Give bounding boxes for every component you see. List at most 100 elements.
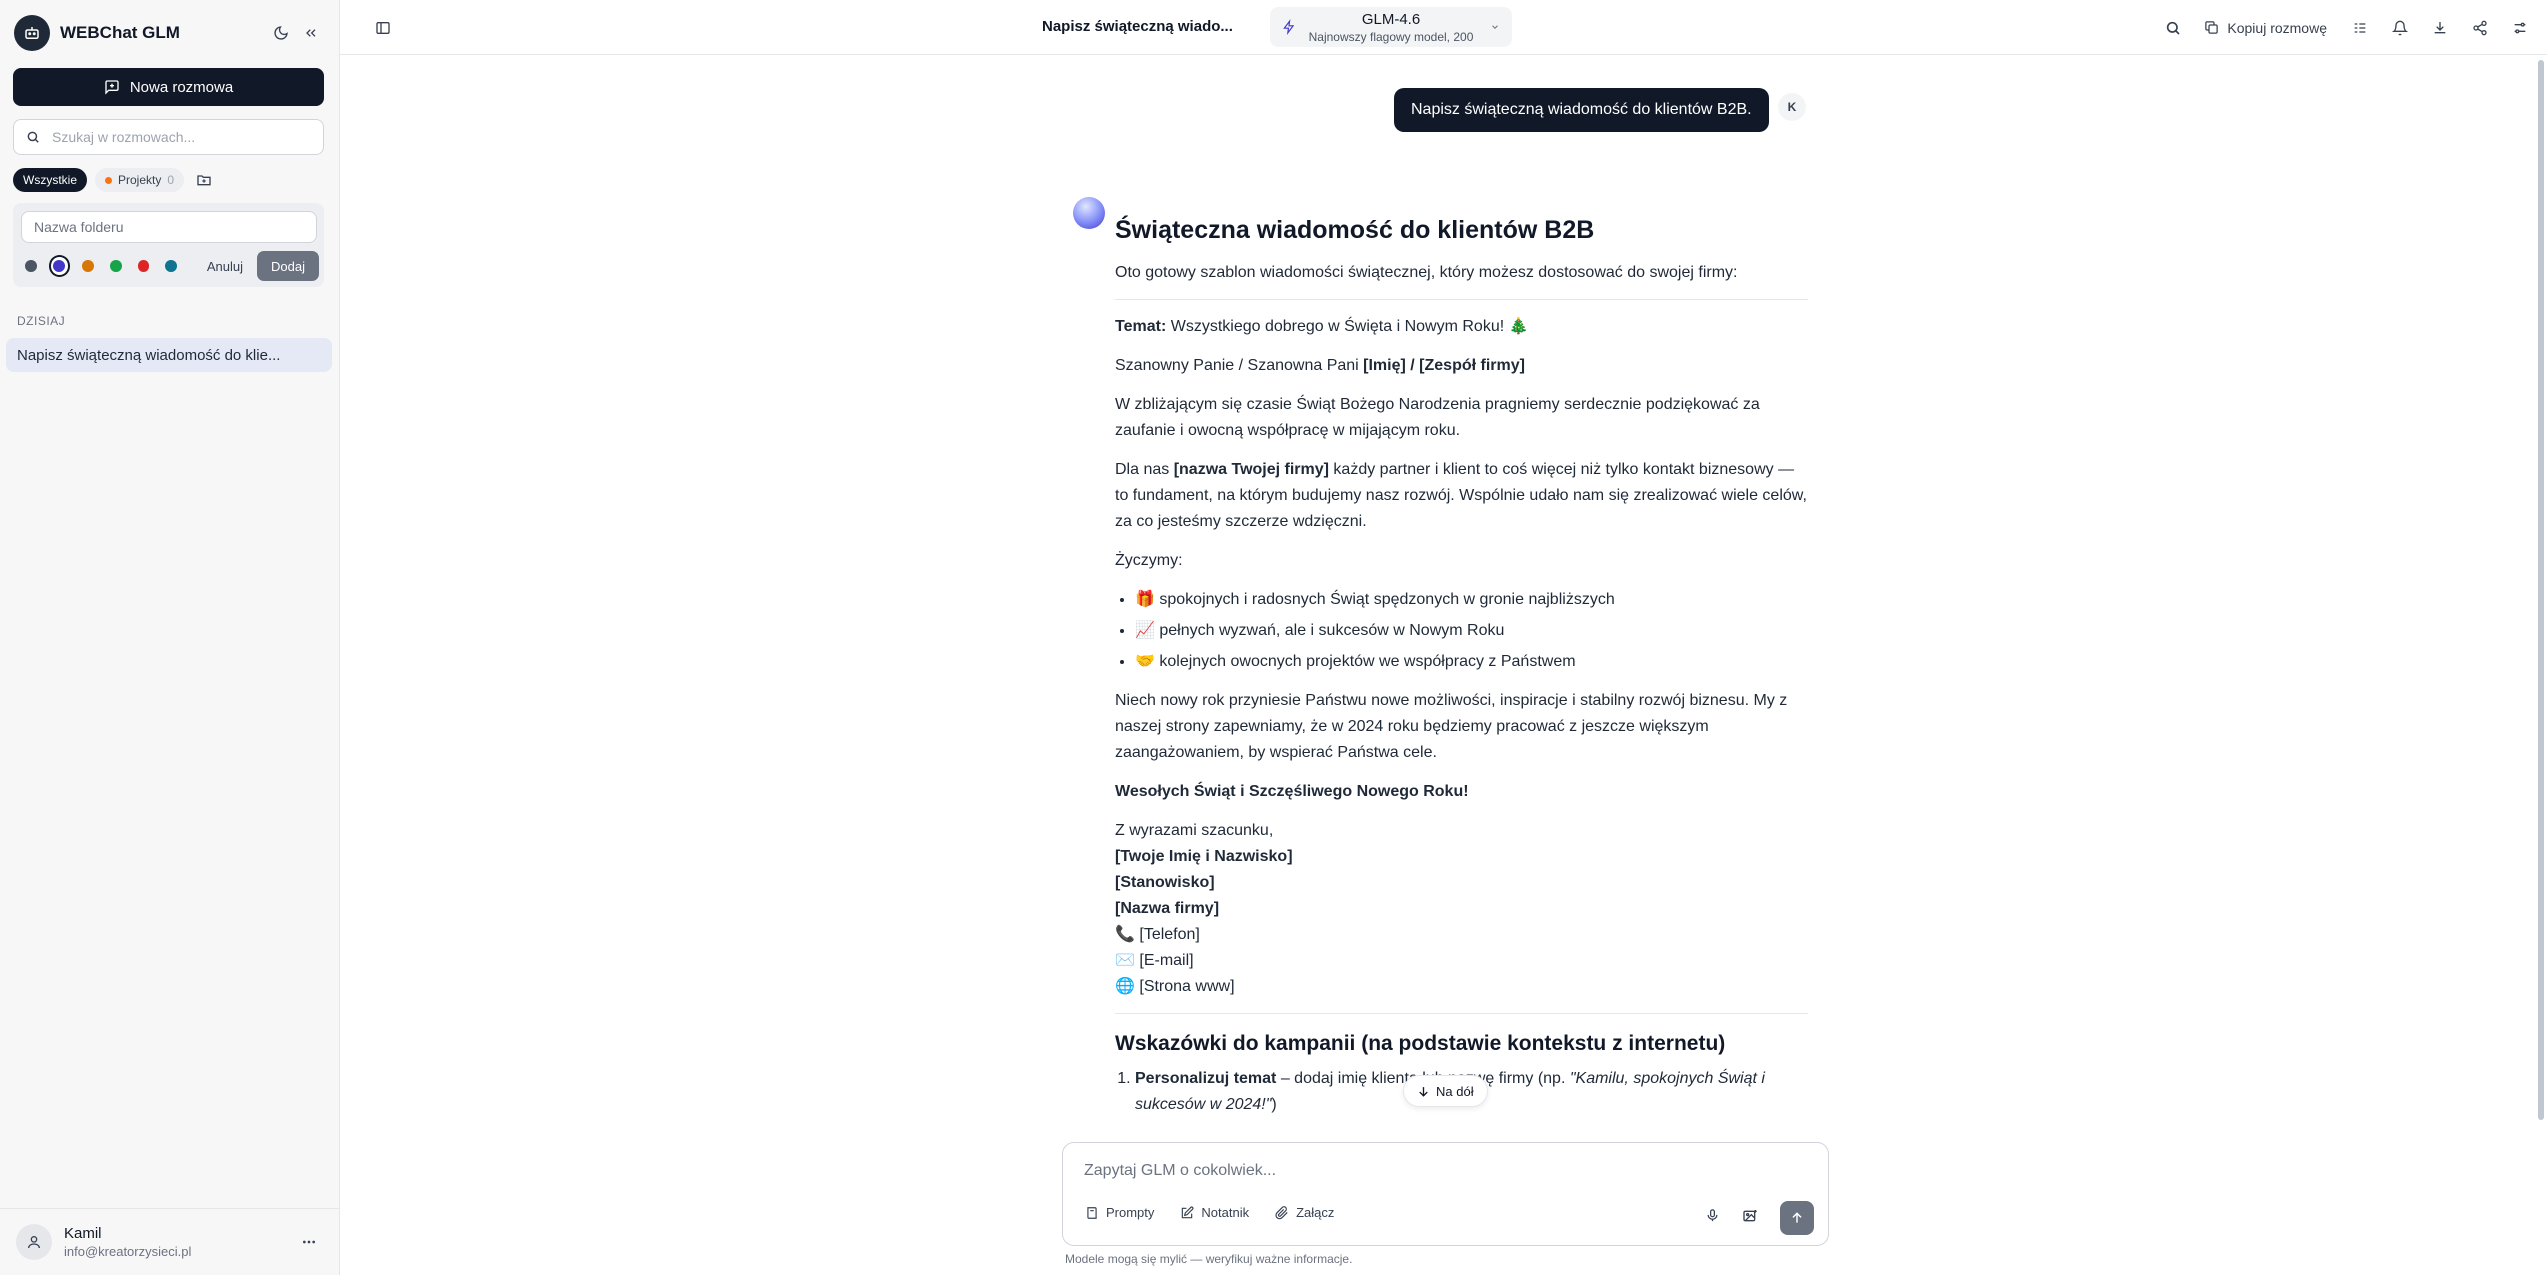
user-avatar-icon[interactable]	[16, 1224, 52, 1260]
color-swatch-red[interactable]	[137, 260, 150, 272]
new-chat-label: Nowa rozmowa	[129, 78, 234, 96]
wish-item: 📈 pełnych wyzwań, ale i sukcesów w Nowym…	[1135, 618, 1808, 644]
app-name: WEBChat GLM	[60, 23, 180, 42]
microphone-icon[interactable]	[1705, 1208, 1720, 1228]
composer-actions	[1705, 1201, 1814, 1235]
user-message-avatar: K	[1778, 93, 1806, 121]
color-swatch-green[interactable]	[109, 260, 122, 272]
wish-item: 🎁 spokojnych i radosnych Świąt spędzonyc…	[1135, 587, 1808, 613]
cancel-folder-button[interactable]: Anuluj	[207, 259, 243, 274]
greeting-text: Szanowny Panie / Szanowna Pani	[1115, 357, 1364, 374]
notebook-button[interactable]: Notatnik	[1180, 1205, 1249, 1220]
model-description: Najnowszy flagowy model, 200	[1308, 30, 1474, 44]
sidebar: WEBChat GLM Nowa rozmowa Wszystkie Proje…	[0, 0, 340, 1275]
section-today-label: DZISIAJ	[17, 314, 66, 328]
answer-title: Świąteczna wiadomość do klientów B2B	[1115, 216, 1595, 244]
message-input[interactable]	[1082, 1160, 1782, 1186]
copy-conversation-label: Kopiuj rozmowę	[2227, 19, 2327, 36]
filter-all-chip[interactable]: Wszystkie	[13, 168, 87, 192]
search-chat-icon[interactable]	[2158, 13, 2188, 43]
projects-dot-icon	[105, 176, 112, 184]
subject-text: Wszystkiego dobrego w Święta i Nowym Rok…	[1166, 318, 1529, 335]
disclaimer: Modele mogą się mylić — weryfikuj ważne …	[1065, 1252, 1353, 1266]
color-swatch-orange[interactable]	[82, 260, 94, 272]
attach-button[interactable]: Załącz	[1275, 1205, 1334, 1220]
notifications-bell-icon[interactable]	[2385, 13, 2415, 43]
wish-item: 🤝 kolejnych owocnych projektów we współp…	[1135, 649, 1808, 675]
filter-projects-chip[interactable]: Projekty 0	[95, 168, 185, 192]
assistant-answer: Świąteczna wiadomość do klientów B2B Oto…	[1115, 212, 1808, 1118]
tip-1-bold: Personalizuj temat	[1135, 1070, 1277, 1087]
search-box	[13, 119, 324, 155]
notebook-label: Notatnik	[1201, 1205, 1250, 1220]
closing-line: Wesołych Świąt i Szczęśliwego Nowego Rok…	[1115, 783, 1469, 800]
signature-phone: 📞 [Telefon]	[1115, 926, 1200, 943]
color-swatch-teal[interactable]	[165, 260, 177, 272]
settings-sliders-icon[interactable]	[2505, 13, 2535, 43]
conversation-item[interactable]: Napisz świąteczną wiadomość do klie...	[6, 338, 332, 372]
new-folder-icon[interactable]	[192, 168, 216, 192]
signature-block: Z wyrazami szacunku, [Twoje Imię i Nazwi…	[1115, 818, 1808, 1000]
tip-1-end: )	[1271, 1096, 1277, 1113]
book-icon	[1087, 1206, 1097, 1219]
toggle-sidebar-icon[interactable]	[368, 13, 398, 43]
divider	[1115, 299, 1808, 300]
collapse-sidebar-icon[interactable]	[296, 18, 326, 48]
folder-name-input[interactable]	[21, 211, 317, 243]
signature-company: [Nazwa firmy]	[1115, 900, 1220, 917]
signature-name: [Twoje Imię i Nazwisko]	[1115, 848, 1293, 865]
color-swatch-gray[interactable]	[25, 260, 37, 272]
greeting-line: Szanowny Panie / Szanowna Pani [Imię] / …	[1115, 353, 1808, 379]
paperclip-icon	[1275, 1205, 1288, 1219]
user-message-bubble: Napisz świąteczną wiadomość do klientów …	[1394, 88, 1769, 132]
share-icon[interactable]	[2465, 13, 2495, 43]
theme-toggle-moon-icon[interactable]	[266, 18, 296, 48]
copy-conversation-button[interactable]: Kopiuj rozmowę	[2204, 20, 2327, 36]
color-swatch-indigo-selected[interactable]	[48, 255, 71, 277]
composer-tools: Prompty Notatnik Załącz	[1085, 1205, 1334, 1220]
paragraph-2-start: Dla nas	[1115, 461, 1174, 478]
filter-bar: Wszystkie Projekty 0	[13, 168, 216, 192]
signature-position: [Stanowisko]	[1115, 874, 1215, 891]
regards-line: Z wyrazami szacunku,	[1115, 822, 1274, 839]
model-name: GLM-4.6	[1361, 11, 1421, 28]
prompts-button[interactable]: Prompty	[1085, 1205, 1154, 1220]
arrow-up-icon	[1792, 1212, 1802, 1223]
add-folder-button[interactable]: Dodaj	[257, 251, 319, 281]
scroll-to-bottom-button[interactable]: Na dół	[1403, 1075, 1488, 1107]
projects-count: 0	[167, 173, 175, 187]
prompts-label: Prompty	[1106, 1205, 1155, 1220]
edit-note-icon	[1182, 1206, 1194, 1218]
wishes-label: Życzymy:	[1115, 552, 1183, 569]
bot-logo-icon	[14, 15, 50, 51]
user-profile: Kamil info@kreatorzysieci.pl	[0, 1208, 340, 1275]
scrollbar-thumb[interactable]	[2538, 60, 2544, 1120]
send-button[interactable]	[1780, 1201, 1814, 1235]
model-selector[interactable]: GLM-4.6 Najnowszy flagowy model, 200	[1270, 7, 1512, 47]
outline-list-icon[interactable]	[2345, 13, 2375, 43]
image-upload-icon[interactable]	[1742, 1208, 1758, 1229]
subject-line: Temat: Wszystkiego dobrego w Święta i No…	[1115, 314, 1808, 340]
answer-intro: Oto gotowy szablon wiadomości świąteczne…	[1115, 264, 1738, 281]
copy-icon	[2205, 21, 2219, 34]
signature-email: ✉️ [E-mail]	[1115, 952, 1194, 969]
chevron-down-icon	[1492, 25, 1498, 29]
filter-projects-label: Projekty	[118, 173, 162, 187]
top-actions: Kopiuj rozmowę	[2148, 0, 2547, 55]
paragraph-1: W zbliżającym się czasie Świąt Bożego Na…	[1115, 396, 1760, 439]
tips-title: Wskazówki do kampanii (na podstawie kont…	[1115, 1032, 1726, 1055]
user-menu-ellipsis-icon[interactable]	[294, 1227, 324, 1257]
download-icon[interactable]	[2425, 13, 2455, 43]
chat-title: Napisz świąteczną wiado...	[1042, 18, 1233, 35]
new-chat-button[interactable]: Nowa rozmowa	[13, 68, 324, 106]
search-input[interactable]	[50, 128, 290, 146]
paragraph-2: Dla nas [nazwa Twojej firmy] każdy partn…	[1115, 457, 1808, 535]
user-name: Kamil	[64, 1225, 102, 1242]
user-email: info@kreatorzysieci.pl	[64, 1244, 192, 1259]
attach-label: Załącz	[1296, 1205, 1335, 1220]
assistant-avatar-icon	[1073, 197, 1105, 229]
composer: Prompty Notatnik Załącz	[1062, 1142, 1829, 1246]
folder-color-picker: Anuluj Dodaj	[25, 251, 319, 281]
arrow-down-icon	[1419, 1086, 1428, 1097]
topbar: Napisz świąteczną wiado... GLM-4.6 Najno…	[340, 0, 2547, 55]
